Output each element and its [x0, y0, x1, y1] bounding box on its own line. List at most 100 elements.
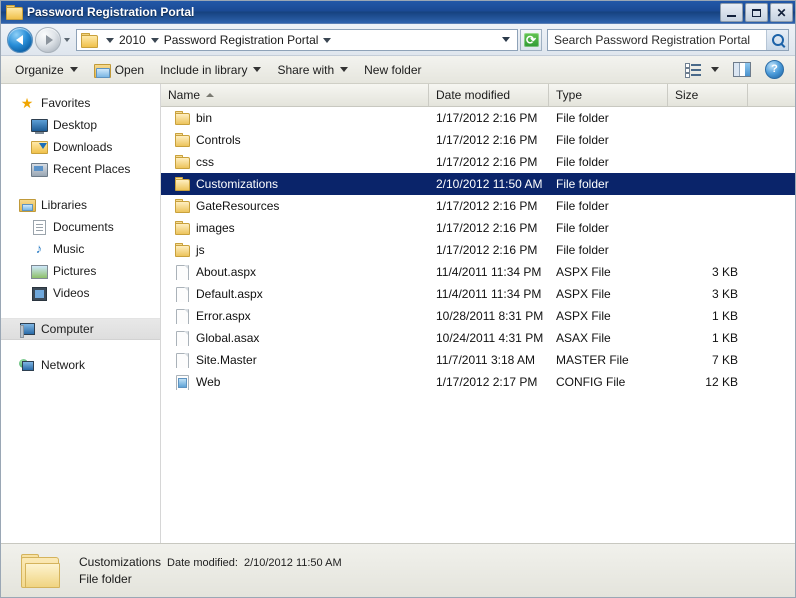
sidebar-item-recent-places[interactable]: Recent Places [1, 158, 160, 180]
search-box[interactable]: Search Password Registration Portal [547, 28, 789, 51]
table-row[interactable]: images 1/17/2012 2:16 PM File folder [161, 217, 795, 239]
chevron-right-icon[interactable] [323, 38, 332, 43]
cell-type: File folder [556, 243, 609, 257]
chevron-down-icon [340, 67, 349, 72]
file-icon [174, 352, 190, 368]
cell-name: css [161, 154, 429, 170]
column-header-size[interactable]: Size [668, 84, 748, 106]
search-input[interactable]: Search Password Registration Portal [548, 33, 766, 47]
table-row[interactable]: About.aspx 11/4/2011 11:34 PM ASPX File 3 K… [161, 261, 795, 283]
cell-size: 1 KB [711, 331, 738, 345]
refresh-button[interactable] [520, 28, 542, 51]
breadcrumb-item-0[interactable]: 2010 [119, 33, 146, 47]
file-name: js [196, 243, 205, 257]
column-header-type[interactable]: Type [549, 84, 668, 106]
sidebar-item-documents[interactable]: Documents [1, 216, 160, 238]
file-list-pane: Name Date modified Type Size bin 1/17/201… [161, 84, 795, 543]
chevron-right-icon[interactable] [106, 38, 114, 43]
sidebar-item-downloads[interactable]: Downloads [1, 136, 160, 158]
minimize-button[interactable] [720, 3, 743, 22]
sidebar-item-desktop[interactable]: Desktop [1, 114, 160, 136]
sort-ascending-icon [206, 93, 215, 97]
title-bar[interactable]: Password Registration Portal ✕ [1, 1, 795, 24]
column-header-date-label: Date modified [436, 88, 511, 102]
include-in-library-label: Include in library [160, 62, 248, 77]
open-button[interactable]: Open [86, 58, 152, 82]
close-icon: ✕ [776, 5, 787, 20]
table-row[interactable]: Customizations 2/10/2012 11:50 AM File fol… [161, 173, 795, 195]
cell-date: 11/4/2011 11:34 PM [436, 287, 542, 301]
details-item-type: File folder [79, 572, 132, 586]
folder-icon [174, 110, 190, 126]
forward-button[interactable] [35, 26, 61, 53]
cell-type: ASPX File [556, 265, 611, 279]
file-icon [174, 286, 190, 302]
column-header-name[interactable]: Name [161, 84, 429, 106]
folder-icon [174, 220, 190, 236]
breadcrumb[interactable]: 2010 Password Registration Portal [76, 28, 518, 51]
column-header-size-label: Size [675, 88, 699, 102]
cell-name: Web [161, 374, 429, 390]
maximize-button[interactable] [745, 3, 768, 22]
share-with-button[interactable]: Share with [269, 58, 356, 82]
window-folder-icon [6, 5, 23, 20]
chevron-down-icon[interactable] [711, 67, 719, 72]
include-in-library-button[interactable]: Include in library [152, 58, 269, 82]
close-button[interactable]: ✕ [770, 3, 793, 22]
cell-name: GateResources [161, 198, 429, 214]
sidebar-item-libraries[interactable]: Libraries [1, 194, 160, 216]
documents-icon [31, 219, 47, 235]
table-row[interactable]: js 1/17/2012 2:16 PM File folder [161, 239, 795, 261]
details-info: Customizations Date modified: 2/10/2012 … [79, 555, 342, 586]
sidebar-item-music[interactable]: ♪ Music [1, 238, 160, 260]
cell-type: ASPX File [556, 287, 611, 301]
file-name: Global.asax [196, 331, 260, 345]
change-view-button[interactable] [680, 58, 724, 82]
cell-type: ASPX File [556, 309, 611, 323]
table-row[interactable]: Controls 1/17/2012 2:16 PM File folder [161, 129, 795, 151]
sidebar-item-computer[interactable]: Computer [1, 318, 160, 340]
cell-date: 11/4/2011 11:34 PM [436, 265, 542, 279]
table-row[interactable]: bin 1/17/2012 2:16 PM File folder [161, 107, 795, 129]
chevron-right-icon[interactable] [150, 38, 159, 43]
file-name: bin [196, 111, 213, 125]
new-folder-button[interactable]: New folder [356, 58, 429, 82]
column-header-filler [748, 84, 795, 106]
table-row[interactable]: Web 1/17/2012 2:17 PM CONFIG File 12 KB [161, 371, 795, 393]
file-name: images [196, 221, 235, 235]
details-folder-icon [21, 553, 61, 588]
table-row[interactable]: css 1/17/2012 2:16 PM File folder [161, 151, 795, 173]
music-icon: ♪ [35, 241, 43, 256]
sidebar-item-favorites[interactable]: ★ Favorites [1, 92, 160, 114]
preview-pane-button[interactable] [728, 58, 756, 82]
table-row[interactable]: Default.aspx 11/4/2011 11:34 PM ASPX File 3… [161, 283, 795, 305]
sidebar-item-pictures[interactable]: Pictures [1, 260, 160, 282]
cell-size: 12 KB [705, 375, 738, 389]
search-icon[interactable] [766, 29, 788, 50]
column-header-date-modified[interactable]: Date modified [429, 84, 549, 106]
file-name: css [196, 155, 214, 169]
table-row[interactable]: GateResources 1/17/2012 2:16 PM File folde… [161, 195, 795, 217]
column-headers: Name Date modified Type Size [161, 84, 795, 107]
cell-type: File folder [556, 199, 609, 213]
organize-button[interactable]: Organize [7, 58, 86, 82]
address-dropdown-icon[interactable] [502, 37, 510, 42]
back-arrow-icon [15, 34, 23, 45]
table-row[interactable]: Error.aspx 10/28/2011 8:31 PM ASPX File 1 K… [161, 305, 795, 327]
sidebar-item-videos[interactable]: Videos [1, 282, 160, 304]
back-button[interactable] [7, 26, 33, 53]
cell-type: ASAX File [556, 331, 611, 345]
open-folder-icon [93, 63, 111, 78]
window-title: Password Registration Portal [27, 5, 195, 19]
cell-name: Site.Master [161, 352, 429, 368]
table-row[interactable]: Global.asax 10/24/2011 4:31 PM ASAX File 1 … [161, 327, 795, 349]
file-name: Error.aspx [196, 309, 251, 323]
help-button[interactable]: ? [760, 58, 789, 82]
breadcrumb-item-1[interactable]: Password Registration Portal [164, 33, 319, 47]
table-row[interactable]: Site.Master 11/7/2011 3:18 AM MASTER File 7… [161, 349, 795, 371]
sidebar-item-network[interactable]: Network [1, 354, 160, 376]
history-dropdown-button[interactable] [61, 37, 73, 42]
cell-size: 3 KB [711, 287, 738, 301]
explorer-window: Password Registration Portal ✕ 2010 Pass… [0, 0, 796, 598]
